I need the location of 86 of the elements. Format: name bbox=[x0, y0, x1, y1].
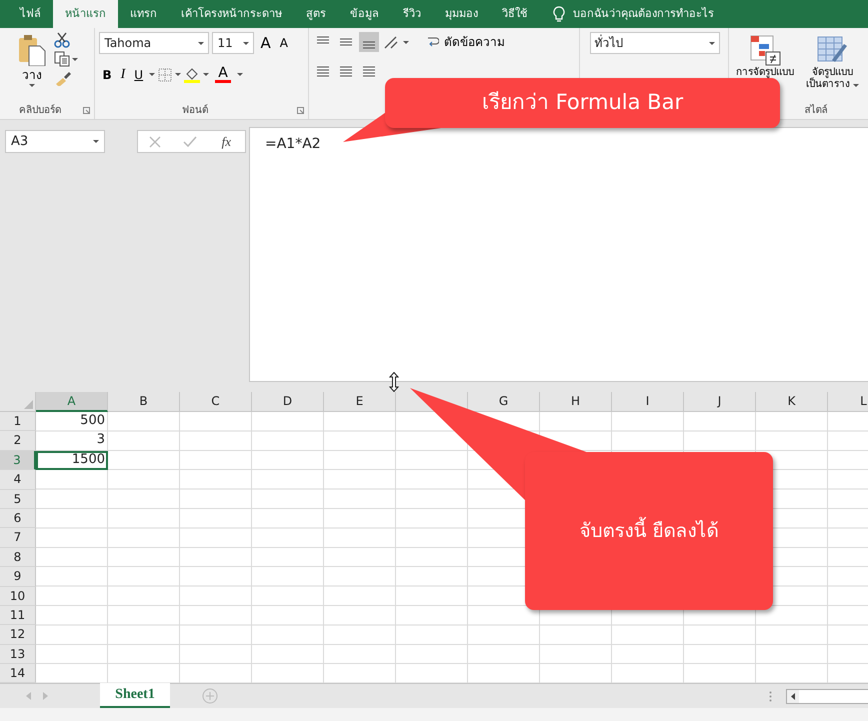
wrap-text-icon[interactable] bbox=[427, 35, 440, 49]
horizontal-scrollbar[interactable] bbox=[786, 689, 868, 704]
italic-button[interactable]: I bbox=[118, 66, 128, 84]
row-header[interactable]: 14 bbox=[0, 664, 36, 683]
increase-font-size-button[interactable]: A bbox=[257, 34, 274, 52]
grid-cell[interactable]: 1500 bbox=[36, 450, 108, 470]
row-header[interactable]: 10 bbox=[0, 586, 36, 606]
ribbon-tab[interactable]: ไฟล์ bbox=[8, 0, 53, 28]
ribbon-tab[interactable]: วิธีใช้ bbox=[490, 0, 539, 28]
column-header[interactable]: L bbox=[828, 392, 868, 412]
callout: จับตรงนี้ ยืดลงได้ bbox=[525, 452, 773, 610]
caret-icon[interactable] bbox=[243, 42, 250, 44]
row-header[interactable]: 4 bbox=[0, 470, 36, 490]
group-label: คลิปบอร์ด bbox=[18, 103, 62, 118]
name-box[interactable]: A3 bbox=[5, 130, 105, 153]
scroll-left-icon[interactable] bbox=[787, 690, 799, 703]
font-size-dropdown[interactable]: 11 bbox=[212, 32, 254, 54]
scissors-icon[interactable] bbox=[54, 32, 70, 48]
paste-button[interactable]: วาง bbox=[14, 32, 50, 89]
caret-icon[interactable] bbox=[72, 58, 78, 60]
caret-icon[interactable] bbox=[29, 84, 35, 87]
row-header[interactable]: 11 bbox=[0, 606, 36, 626]
font-color-button[interactable]: A bbox=[212, 64, 234, 85]
row-header[interactable]: 13 bbox=[0, 644, 36, 664]
format-as-table-button[interactable]: จัดรูปแบบ เป็นตาราง bbox=[802, 32, 862, 92]
conditional-formatting-button[interactable]: การจัดรูปแบบ bbox=[732, 32, 797, 80]
column-header[interactable]: C bbox=[180, 392, 252, 412]
row-header[interactable]: 8 bbox=[0, 548, 36, 568]
row-header[interactable]: 12 bbox=[0, 625, 36, 645]
column-header[interactable]: D bbox=[252, 392, 324, 412]
column-header[interactable]: E bbox=[324, 392, 396, 412]
grid-cell[interactable]: 3 bbox=[36, 431, 108, 451]
decrease-font-size-button[interactable]: A bbox=[276, 35, 291, 51]
caret-icon[interactable] bbox=[237, 73, 244, 76]
row-header[interactable]: 2 bbox=[0, 431, 36, 451]
sheet-tab[interactable]: Sheet1 bbox=[100, 683, 170, 708]
clipboard-icon bbox=[17, 34, 47, 66]
group-label: ฟอนต์ bbox=[180, 103, 209, 118]
ribbon-tab[interactable]: ข้อมูล bbox=[338, 0, 391, 28]
caret-icon[interactable] bbox=[149, 73, 156, 76]
caret-icon[interactable] bbox=[852, 84, 859, 86]
tell-me-search[interactable]: บอกฉันว่าคุณต้องการทำอะไร bbox=[573, 6, 714, 22]
caret-icon[interactable] bbox=[708, 42, 715, 44]
bold-button[interactable]: B bbox=[99, 66, 115, 82]
ribbon-tab[interactable]: สูตร bbox=[294, 0, 338, 28]
insert-function-button[interactable]: fx bbox=[218, 133, 234, 150]
column-header[interactable]: B bbox=[108, 392, 180, 412]
conditional-formatting-icon bbox=[748, 34, 781, 66]
resize-cursor-icon bbox=[389, 372, 399, 392]
fill-color-icon[interactable] bbox=[184, 66, 200, 82]
ribbon-tab[interactable]: แทรก bbox=[118, 0, 169, 28]
format-painter-icon[interactable] bbox=[54, 70, 72, 86]
caret-icon[interactable] bbox=[403, 40, 410, 44]
lightbulb-icon[interactable] bbox=[553, 6, 565, 22]
column-header[interactable]: J bbox=[684, 392, 756, 412]
caret-icon[interactable] bbox=[198, 42, 204, 44]
caret-icon[interactable] bbox=[175, 73, 182, 76]
copy-icon[interactable] bbox=[54, 51, 70, 67]
font-name-dropdown[interactable]: Tahoma bbox=[99, 32, 210, 54]
copy-button[interactable] bbox=[54, 51, 78, 67]
group-label: สไตล์ bbox=[803, 103, 828, 118]
row-header[interactable]: 1 bbox=[0, 412, 36, 432]
caret-icon[interactable] bbox=[93, 140, 99, 143]
row-header[interactable]: 9 bbox=[0, 567, 36, 587]
row-header[interactable]: 5 bbox=[0, 490, 36, 509]
dialog-launcher-icon[interactable] bbox=[83, 107, 90, 114]
number-format-dropdown[interactable]: ทั่วไป bbox=[590, 32, 720, 54]
orientation-icon[interactable] bbox=[382, 34, 400, 50]
row-header[interactable]: 7 bbox=[0, 528, 36, 548]
grid-cell[interactable]: 500 bbox=[36, 412, 108, 432]
underline-button[interactable]: U bbox=[131, 66, 146, 82]
borders-icon[interactable] bbox=[158, 68, 172, 82]
column-header[interactable]: A bbox=[36, 392, 108, 412]
ribbon-tab[interactable]: มุมมอง bbox=[433, 0, 490, 28]
ribbon-tab[interactable]: รีวิว bbox=[391, 0, 433, 28]
dialog-launcher-icon[interactable] bbox=[297, 107, 304, 114]
caret-icon[interactable] bbox=[203, 73, 210, 76]
wrap-text-button[interactable]: ตัดข้อความ bbox=[424, 33, 508, 51]
ribbon-tab[interactable]: หน้าแรก bbox=[53, 0, 118, 28]
row-header[interactable]: 3 bbox=[0, 450, 36, 470]
ribbon-tab[interactable]: เค้าโครงหน้ากระดาษ bbox=[169, 0, 294, 28]
formula-bar-field[interactable]: =A1*A2 bbox=[249, 127, 868, 382]
column-header[interactable]: H bbox=[540, 392, 612, 412]
row-header[interactable]: 6 bbox=[0, 508, 36, 528]
column-header[interactable]: I bbox=[612, 392, 684, 412]
column-header[interactable]: K bbox=[756, 392, 828, 412]
